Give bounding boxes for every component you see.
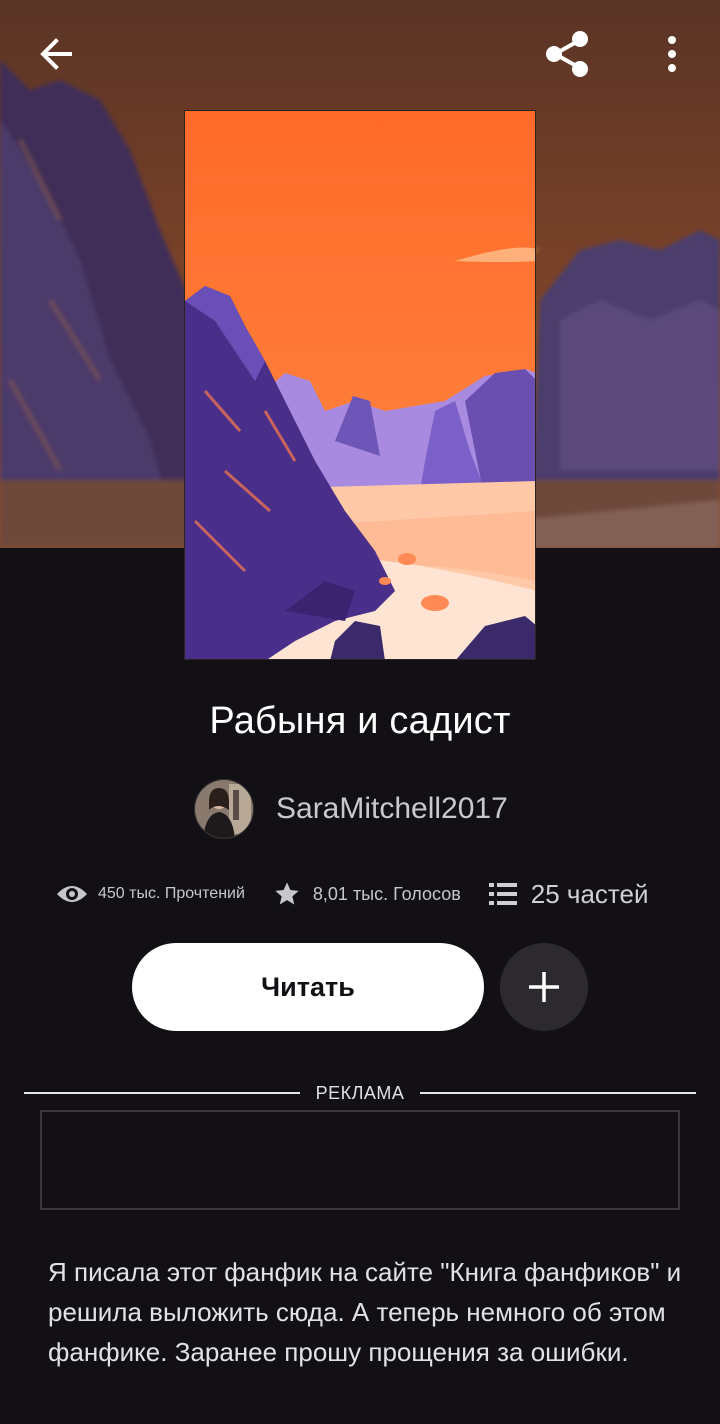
- plus-icon: [529, 972, 559, 1002]
- author-name[interactable]: SaraMitchell2017: [276, 792, 508, 826]
- story-description: Я писала этот фанфик на сайте "Книга фан…: [48, 1257, 682, 1367]
- votes-count: 8,01 тыс. Голосов: [312, 883, 461, 904]
- avatar[interactable]: [194, 779, 254, 839]
- more-options-button[interactable]: [640, 22, 704, 86]
- share-icon: [546, 31, 588, 77]
- views-stat: 450 тыс. Прочтений: [56, 882, 245, 906]
- more-vertical-icon: [668, 36, 676, 72]
- votes-stat: 8,01 тыс. Голосов: [273, 880, 461, 908]
- back-button[interactable]: [24, 22, 88, 86]
- ad-label: РЕКЛАМА: [315, 1082, 405, 1103]
- author-link[interactable]: SaraMitchell2017: [194, 778, 508, 840]
- read-button[interactable]: Читать: [132, 943, 484, 1031]
- divider-line-left: [24, 1092, 300, 1094]
- arrow-left-icon: [40, 38, 72, 70]
- add-to-library-button[interactable]: [500, 943, 588, 1031]
- parts-stat[interactable]: 25 частей: [488, 879, 649, 910]
- ad-divider: РЕКЛАМА: [24, 1078, 697, 1108]
- divider-line-right: [420, 1092, 697, 1094]
- list-icon: [488, 883, 517, 905]
- story-title: Рабыня и садист: [209, 700, 511, 742]
- top-bar: [0, 0, 720, 110]
- share-button[interactable]: [536, 22, 600, 86]
- views-count: 450 тыс. Прочтений: [98, 885, 245, 902]
- parts-count[interactable]: 25 частей: [531, 879, 649, 910]
- ad-container[interactable]: [40, 1110, 680, 1210]
- eye-icon: [57, 886, 87, 902]
- star-icon: [275, 882, 299, 905]
- book-cover[interactable]: [184, 110, 536, 660]
- story-stats: 450 тыс. Прочтений 8,01 тыс. Голосов 25 …: [56, 872, 649, 916]
